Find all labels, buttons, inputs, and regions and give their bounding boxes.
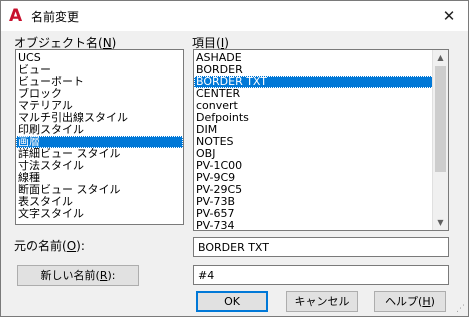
new-name-input[interactable]: #4 bbox=[193, 265, 449, 285]
object-name-item[interactable]: ブロック bbox=[16, 88, 183, 100]
object-name-item[interactable]: マルチ引出線スタイル bbox=[16, 112, 183, 124]
item-item[interactable]: ASHADE bbox=[194, 52, 448, 64]
new-name-button-text: 新しい名前( bbox=[40, 269, 100, 282]
item-item[interactable]: CENTER bbox=[194, 88, 448, 100]
old-name-label-suffix: ): bbox=[76, 239, 85, 253]
object-name-item[interactable]: 詳細ビュー スタイル bbox=[16, 148, 183, 160]
object-names-label-suffix: ) bbox=[111, 36, 117, 50]
item-item[interactable]: BORDER bbox=[194, 64, 448, 76]
new-name-button[interactable]: 新しい名前(R): bbox=[17, 265, 139, 286]
item-item[interactable]: PV-657 bbox=[194, 208, 448, 220]
object-name-item[interactable]: 画層 bbox=[16, 136, 183, 148]
object-names-label-key: N bbox=[102, 36, 112, 50]
old-name-label: 元の名前(O): bbox=[14, 237, 85, 254]
object-name-item[interactable]: ビューポート bbox=[16, 76, 183, 88]
object-name-item[interactable]: 断面ビュー スタイル bbox=[16, 184, 183, 196]
item-item[interactable]: DIM bbox=[194, 124, 448, 136]
object-names-list[interactable]: UCS ビュー ビューポート ブロック マテリアル マルチ引出線スタイル 印刷スタイル 画層詳… bbox=[15, 49, 184, 225]
help-button-suffix: ) bbox=[430, 295, 435, 308]
items-scrollbar[interactable]: ▲ ▼ bbox=[432, 50, 448, 230]
cancel-button[interactable]: キャンセル bbox=[286, 291, 358, 312]
object-name-item[interactable]: ビュー bbox=[16, 64, 183, 76]
new-name-button-suffix: ): bbox=[107, 269, 116, 282]
dialog-title: 名前変更 bbox=[31, 10, 80, 24]
help-button-text: ヘルプ( bbox=[385, 295, 423, 308]
object-name-item[interactable]: 表スタイル bbox=[16, 196, 183, 208]
object-names-label-text: オブジェクト名( bbox=[14, 36, 103, 50]
items-label-suffix: ) bbox=[224, 36, 229, 50]
item-item[interactable]: PV-73B bbox=[194, 196, 448, 208]
title-bar: A 名前変更 ✕ bbox=[1, 1, 468, 31]
item-item[interactable]: PV-1C00 bbox=[194, 160, 448, 172]
ok-button[interactable]: OK bbox=[196, 291, 268, 312]
rename-dialog: A 名前変更 ✕ オブジェクト名(N) UCS ビュー ビューポート ブロック マテリア… bbox=[0, 0, 469, 317]
item-item[interactable]: PV-29C5 bbox=[194, 184, 448, 196]
items-list[interactable]: ASHADE BORDER BORDER TXT CENTER convert Defpo… bbox=[193, 49, 449, 231]
help-button[interactable]: ヘルプ(H) bbox=[374, 291, 446, 312]
scroll-thumb[interactable] bbox=[435, 66, 446, 172]
item-item[interactable]: PV-734 bbox=[194, 220, 448, 230]
scroll-down-icon[interactable]: ▼ bbox=[433, 215, 448, 230]
old-name-label-key: O bbox=[66, 239, 77, 253]
autocad-app-icon: A bbox=[9, 6, 23, 26]
item-item[interactable]: Defpoints bbox=[194, 112, 448, 124]
old-name-field: BORDER TXT bbox=[193, 237, 449, 257]
object-name-item[interactable]: 印刷スタイル bbox=[16, 124, 183, 136]
item-item[interactable]: NOTES bbox=[194, 136, 448, 148]
help-button-key: H bbox=[422, 295, 431, 308]
object-name-item[interactable]: 文字スタイル bbox=[16, 208, 183, 220]
object-name-item[interactable]: UCS bbox=[16, 52, 183, 64]
object-name-item[interactable]: マテリアル bbox=[16, 100, 183, 112]
old-name-label-text: 元の名前( bbox=[14, 239, 67, 253]
item-item[interactable]: BORDER TXT bbox=[194, 76, 448, 88]
item-item[interactable]: PV-9C9 bbox=[194, 172, 448, 184]
item-item[interactable]: convert bbox=[194, 100, 448, 112]
close-icon[interactable]: ✕ bbox=[440, 7, 458, 25]
items-label-text: 項目( bbox=[192, 36, 221, 50]
resize-grip-icon[interactable]: ⋰ bbox=[456, 304, 466, 314]
object-name-item[interactable]: 寸法スタイル bbox=[16, 160, 183, 172]
object-name-item[interactable]: 線種 bbox=[16, 172, 183, 184]
item-item[interactable]: OBJ bbox=[194, 148, 448, 160]
scroll-up-icon[interactable]: ▲ bbox=[433, 50, 448, 65]
